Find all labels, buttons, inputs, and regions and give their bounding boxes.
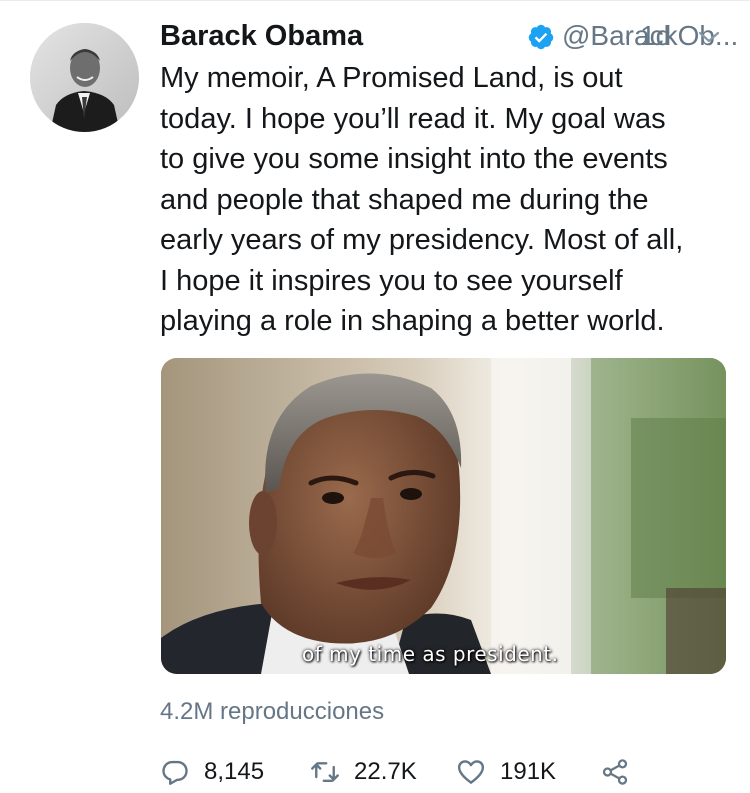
tweet-text: My memoir, A Promised Land, is out today… [160, 58, 740, 342]
view-count: 4.2M reproducciones [160, 698, 385, 725]
avatar-photo [30, 23, 139, 132]
time-value: 1d [640, 20, 672, 51]
share-button[interactable] [600, 752, 630, 792]
like-count: 191K [500, 758, 557, 785]
reply-icon [162, 760, 188, 785]
tweet-text-line: I hope it inspires you to see yourself [160, 264, 623, 297]
video-frame [161, 358, 726, 674]
avatar[interactable] [30, 23, 139, 132]
video-caption: of my time as president. [302, 642, 559, 666]
share-icon [602, 759, 628, 785]
time-separator: · [623, 20, 633, 51]
verified-badge-icon [528, 24, 554, 50]
tweet-text-line: today. I hope you’ll read it. My goal wa… [160, 102, 666, 135]
like-button[interactable]: 191K [456, 752, 556, 792]
tweet-actions: 8,145 22.7K 191K [160, 752, 720, 792]
chevron-down-icon[interactable] [696, 27, 722, 47]
tweet-text-line: early years of my presidency. Most of al… [160, 224, 684, 256]
retweet-icon [311, 762, 339, 782]
retweet-button[interactable]: 22.7K [310, 752, 417, 792]
tweet-text-line: and people that shaped me during the [160, 183, 649, 216]
author-name[interactable]: Barack Obama [160, 20, 363, 53]
tweet-text-line: My memoir, A Promised Land, is out [160, 62, 623, 94]
tweet-header: Barack Obama @BarackOb... · 1d [160, 16, 738, 60]
heart-icon [457, 760, 485, 784]
video-player[interactable]: of my time as president. [161, 358, 726, 674]
reply-count: 8,145 [204, 758, 265, 785]
reply-button[interactable]: 8,145 [160, 752, 264, 792]
retweet-count: 22.7K [354, 758, 417, 785]
tweet-text-line: playing a role in shaping a better world… [160, 305, 665, 337]
top-divider [0, 0, 750, 1]
tweet-time[interactable]: · 1d [623, 20, 671, 52]
tweet-text-line: to give you some insight into the events [160, 143, 668, 175]
